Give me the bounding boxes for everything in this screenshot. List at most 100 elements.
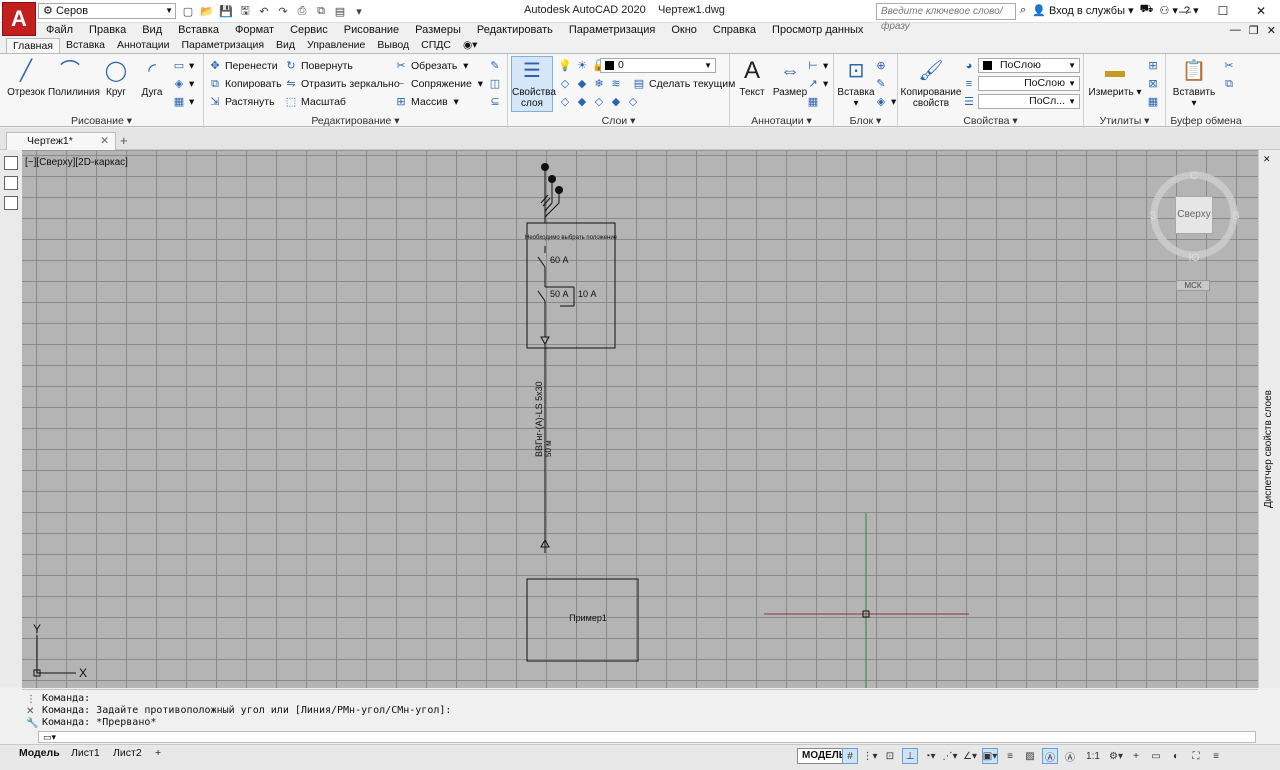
plot-icon[interactable]: ⎙ bbox=[294, 3, 310, 19]
trim-button[interactable]: ✂ Обрезать ▾ bbox=[394, 58, 468, 74]
polyline-button[interactable]: ⌒ Полилиния bbox=[48, 57, 100, 98]
palette-icon-1[interactable] bbox=[4, 156, 18, 170]
hatch-button[interactable]: ◈ ▾ bbox=[172, 76, 195, 92]
edit-block-button[interactable]: ✎ bbox=[874, 76, 891, 92]
tab-manage[interactable]: Управление bbox=[301, 38, 371, 53]
quick-select-button[interactable]: ⊞ bbox=[1146, 58, 1163, 74]
linetype-combo[interactable]: ПоСлою ▼ bbox=[978, 76, 1080, 91]
properties-panel-title[interactable]: Свойства ▾ bbox=[898, 115, 1083, 128]
palette-icon-2[interactable] bbox=[4, 176, 18, 190]
doc-minimize-icon[interactable]: — bbox=[1230, 24, 1241, 37]
annotation-scale-label[interactable]: 1:1 bbox=[1082, 748, 1104, 764]
menu-modify[interactable]: Редактировать bbox=[469, 23, 561, 39]
units-icon[interactable]: ▭ bbox=[1148, 748, 1164, 764]
viewcube-top-face[interactable]: Сверху bbox=[1175, 196, 1213, 234]
plus-icon[interactable]: + bbox=[1128, 748, 1144, 764]
command-close-icon[interactable]: ✕ bbox=[26, 706, 38, 718]
stretch-button[interactable]: ⇲ Растянуть bbox=[208, 94, 274, 110]
drawing-canvas[interactable]: [−][Сверху][2D-каркас] Необходимо выбрат… bbox=[22, 150, 1258, 688]
menu-help[interactable]: Справка bbox=[705, 23, 764, 39]
grid-icon[interactable]: # bbox=[842, 748, 858, 764]
annotation-visibility-icon[interactable]: Ⓐ bbox=[1042, 748, 1058, 764]
dim-linear-button[interactable]: ⊢ ▾ bbox=[806, 58, 828, 74]
new-file-icon[interactable]: ▢ bbox=[180, 3, 196, 19]
doc-close-icon[interactable]: ✕ bbox=[1267, 24, 1276, 37]
paste-button[interactable]: 📋 Вставить ▾ bbox=[1170, 57, 1218, 109]
menu-format[interactable]: Формат bbox=[227, 23, 282, 39]
layer-isolate-icon[interactable]: ◇ bbox=[558, 76, 572, 92]
select-all-button[interactable]: ⊠ bbox=[1146, 76, 1163, 92]
iso-icon[interactable]: ⋰▾ bbox=[942, 748, 958, 764]
application-menu-button[interactable]: A bbox=[2, 2, 36, 36]
search-input[interactable]: Введите ключевое слово/фразу bbox=[876, 3, 1016, 32]
add-layout-plus-icon[interactable]: + bbox=[150, 746, 166, 760]
doc-tab-drawing1[interactable]: Чертеж1* ✕ bbox=[6, 132, 116, 150]
erase-button[interactable]: ✎ bbox=[488, 58, 505, 74]
viewcube-east[interactable]: В bbox=[1232, 210, 1239, 222]
layer-properties-button[interactable]: ☰ Свойства слоя bbox=[511, 56, 556, 112]
menu-window[interactable]: Окно bbox=[663, 23, 705, 39]
close-icon[interactable]: ✕ bbox=[1242, 0, 1280, 22]
workspace-selector[interactable]: ⚙ Серов ▼ bbox=[38, 3, 176, 19]
layer-walk-icon[interactable]: ◇ bbox=[558, 94, 572, 110]
layer-manager-icon[interactable]: ▤ bbox=[332, 3, 348, 19]
ortho-icon[interactable]: ⊥ bbox=[902, 748, 918, 764]
mirror-button[interactable]: ⇋ Отразить зеркально bbox=[284, 76, 399, 92]
customize-icon[interactable]: ≡ bbox=[1208, 748, 1224, 764]
panel-box[interactable] bbox=[526, 222, 616, 349]
menu-view[interactable]: Вид bbox=[134, 23, 170, 39]
wcs-menu[interactable]: МСК bbox=[1176, 280, 1210, 291]
tab-annotate[interactable]: Аннотации bbox=[111, 38, 176, 53]
new-tab-plus-icon[interactable]: + bbox=[120, 133, 128, 148]
array-button[interactable]: ⊞ Массив ▾ bbox=[394, 94, 458, 110]
menu-edit[interactable]: Правка bbox=[81, 23, 134, 39]
menu-dimension[interactable]: Размеры bbox=[407, 23, 469, 39]
binoculars-icon[interactable]: ⌕ bbox=[1020, 4, 1026, 17]
menu-file[interactable]: Файл bbox=[38, 23, 81, 39]
cart-icon[interactable]: ⛟ bbox=[1140, 3, 1154, 17]
grip-icon[interactable]: ⋮ bbox=[26, 694, 38, 706]
viewcube-west[interactable]: З bbox=[1150, 210, 1157, 222]
rectangle-button[interactable]: ▭ ▾ bbox=[172, 58, 194, 74]
viewcube-north[interactable]: С bbox=[1190, 171, 1198, 182]
tab-output[interactable]: Вывод bbox=[371, 38, 415, 53]
move-button[interactable]: ✥ Перенести bbox=[208, 58, 277, 74]
qat-dropdown-icon[interactable]: ▾ bbox=[351, 3, 367, 19]
workspace-switch-icon[interactable]: ⚙▾ bbox=[1108, 748, 1124, 764]
doc-tab-close-icon[interactable]: ✕ bbox=[100, 133, 109, 149]
isolate-objects-icon[interactable]: ◐ bbox=[1168, 748, 1184, 764]
calculator-button[interactable]: ▦ bbox=[1146, 94, 1163, 110]
create-block-button[interactable]: ⊕ bbox=[874, 58, 891, 74]
modify-panel-title[interactable]: Редактирование ▾ bbox=[204, 115, 507, 128]
publish-icon[interactable]: ⧉ bbox=[313, 3, 329, 19]
redo-icon[interactable]: ↷ bbox=[275, 3, 291, 19]
doc-restore-icon[interactable]: ❐ bbox=[1249, 24, 1259, 37]
tab-view[interactable]: Вид bbox=[270, 38, 301, 53]
fillet-button[interactable]: ⌐ Сопряжение ▾ bbox=[394, 76, 483, 92]
insert-block-button[interactable]: ⊡ Вставка ▾ bbox=[834, 57, 878, 109]
sun-icon[interactable]: ☀ bbox=[575, 58, 589, 74]
osnap-icon[interactable]: ▣▾ bbox=[982, 748, 998, 764]
polar-icon[interactable]: ◔▾ bbox=[922, 748, 938, 764]
gradient-button[interactable]: ▦ ▾ bbox=[172, 94, 194, 110]
save-as-icon[interactable]: 🖫 bbox=[237, 3, 253, 19]
layout-tab-model[interactable]: Модель bbox=[14, 746, 65, 760]
copy-button[interactable]: ⧉ Копировать bbox=[208, 76, 281, 92]
palette-close-icon[interactable]: ✕ bbox=[1263, 154, 1271, 165]
layer-freeze-icon[interactable]: ❄ bbox=[592, 76, 606, 92]
clipboard-panel-title[interactable]: Буфер обмена bbox=[1166, 115, 1246, 128]
tab-insert[interactable]: Вставка bbox=[60, 38, 111, 53]
make-current-button[interactable]: ▤ Сделать текущим bbox=[632, 76, 736, 92]
block-attributes-button[interactable]: ◈ ▾ bbox=[874, 94, 897, 110]
save-icon[interactable]: 💾 bbox=[218, 3, 234, 19]
layer-properties-palette[interactable]: ✕ Диспетчер свойств слоев bbox=[1258, 150, 1280, 688]
measure-button[interactable]: ▬ Измерить ▾ bbox=[1086, 57, 1144, 98]
open-folder-icon[interactable]: 📂 bbox=[199, 3, 215, 19]
layout-tab-sheet1[interactable]: Лист1 bbox=[66, 746, 105, 760]
menu-draw[interactable]: Рисование bbox=[336, 23, 407, 39]
osnap-track-icon[interactable]: ∠▾ bbox=[962, 748, 978, 764]
maximize-icon[interactable]: ☐ bbox=[1204, 0, 1242, 22]
menu-data-view[interactable]: Просмотр данных bbox=[764, 23, 871, 39]
layer-match-icon[interactable]: ≋ bbox=[609, 76, 623, 92]
layer-delete-icon[interactable]: ◇ bbox=[626, 94, 640, 110]
